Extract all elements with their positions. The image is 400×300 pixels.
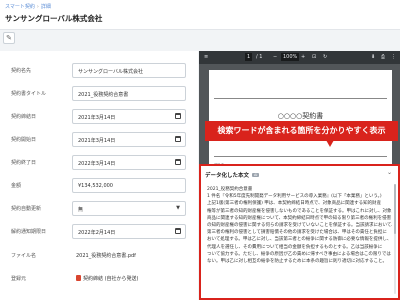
calendar-icon[interactable] [175, 136, 181, 142]
end-date-input[interactable]: 2022年3月14日 [72, 155, 186, 170]
contract-form: 契約名先 サンサングローバル株式会社 契約書タイトル 2021_役務契約合意書 … [0, 51, 198, 300]
chevron-down-icon[interactable]: ⌄ [387, 169, 392, 176]
calendar-icon[interactable] [175, 113, 181, 119]
form-row: 解約通知期限日 2022年2月14日 [0, 223, 198, 243]
document-title: ○○○○契約書 [277, 112, 324, 120]
panel-title: データ化した本文 AI [205, 173, 260, 179]
chevron-down-icon: ▼ [176, 205, 180, 211]
counterparty-input[interactable]: サンサングローバル株式会社 [72, 63, 186, 78]
field-label: 契約開始日 [11, 137, 37, 143]
field-label: 契約名先 [11, 68, 32, 74]
text-line: おいて処理する。甲は乙に対し、当該第三者との紛争に関する防御に必要な情報を提供し… [207, 237, 392, 243]
breadcrumb: スマート契約 › 詳細 [5, 4, 51, 10]
download-icon[interactable]: ⬇ [371, 54, 375, 60]
text-line: 1 件名『令和5年度先制開発データ利用サービスの導入業務』(以下「本業務」という… [207, 194, 382, 200]
zoom-in-icon[interactable]: + [301, 54, 305, 60]
fit-page-icon[interactable]: ⊡ [312, 54, 316, 60]
auto-renewal-select[interactable]: 無 ▼ [72, 201, 186, 216]
amount-input[interactable]: ¥134,532,000 [72, 178, 186, 193]
source-link[interactable]: 契約締結 (自社から発送) [76, 275, 139, 282]
calendar-icon[interactable] [175, 228, 181, 234]
calendar-icon[interactable] [175, 159, 181, 165]
form-row: 契約開始日 2021年3月14日 [0, 131, 198, 151]
page-total: / 1 [256, 54, 263, 60]
form-row: 契約書タイトル 2021_役務契約合意書 [0, 85, 198, 105]
field-label: 契約自動更新 [11, 206, 42, 212]
field-label: 金額 [11, 183, 22, 189]
form-row: ファイル名 2021_役務契約合意書.pdf [0, 247, 198, 267]
field-label: 契約終了日 [11, 160, 37, 166]
text-line: 権等が第三者の知的財産権を侵害しないものであることを保証する。甲はこれに対し、対… [207, 208, 392, 214]
field-label: 契約締結日 [11, 114, 37, 120]
form-row: 契約自動更新 無 ▼ [0, 200, 198, 220]
signing-date-input[interactable]: 2021年3月14日 [72, 109, 186, 124]
more-icon[interactable]: ⋮ [391, 54, 396, 60]
callout-banner: 検索ワードが含まれる箇所を分かりやすく表示 [205, 121, 398, 141]
text-line: 代理人を選任し、その費用について相当の金額を負担するものとする。乙は当該紛争に [207, 244, 383, 250]
breadcrumb-link[interactable]: スマート契約 [5, 4, 35, 10]
print-icon[interactable]: ⎙ [381, 54, 385, 60]
text-line: 上記1版(第三者の権利保護) 甲は、本契約締結日時点で、対象商品に関連する知的財… [207, 201, 382, 207]
header-bar: スマート契約 › 詳細 サンサングローバル株式会社 [0, 0, 400, 30]
file-name: 2021_役務契約合意書.pdf [76, 253, 136, 259]
zoom-level[interactable]: 100% [281, 53, 300, 61]
menu-icon[interactable]: ≡ [204, 54, 208, 60]
page-title: サンサングローバル株式会社 [5, 14, 103, 23]
form-row: 契約締結日 2021年3月14日 [0, 108, 198, 128]
field-label: ファイル名 [11, 253, 37, 259]
data-text-panel: データ化した本文 AI ⌄ 2021_役務契約合意書 1 件名『令和5年度先制開発… [199, 164, 400, 300]
cancel-deadline-input[interactable]: 2022年2月14日 [72, 224, 186, 239]
form-row: 契約終了日 2022年3月14日 [0, 154, 198, 174]
page: スマート契約 › 詳細 サンサングローバル株式会社 ✎ 契約名先 サンサングローバル… [0, 0, 400, 300]
document-rule [214, 156, 387, 157]
form-row: 金額 ¥134,532,000 [0, 177, 198, 197]
toolbar: ✎ [0, 30, 400, 48]
rotate-icon[interactable]: ↻ [323, 54, 327, 60]
text-line: 2021_役務契約合意書 [207, 187, 253, 192]
contract-title-input[interactable]: 2021_役務契約合意書 [72, 86, 186, 101]
scrollbar-thumb[interactable] [394, 184, 396, 234]
callout-pointer [326, 140, 334, 147]
paperclip-icon: ✎ [6, 34, 12, 42]
ai-badge: AI [252, 173, 260, 177]
extracted-text: 2021_役務契約合意書 1 件名『令和5年度先制開発データ利用サービスの導入業… [207, 186, 392, 265]
text-line: 商品に関連する知的財産権について、本契約締結日時点で甲の知る限り第三者の権利を侵… [207, 215, 392, 221]
attach-button[interactable]: ✎ [3, 32, 15, 44]
pdf-toolbar: ≡ 1 / 1 − 100% + ⊡ ↻ ⬇ ⎙ ⋮ [199, 51, 400, 64]
field-label: 契約書タイトル [11, 91, 47, 97]
document-rule [214, 98, 387, 99]
field-label: 登録元 [11, 276, 27, 282]
pdf-icon [76, 275, 81, 281]
text-line: ない。甲は乙に対し相互の紛争を防止するために本条の趣旨に則り適切に対応すること。 [207, 259, 387, 265]
form-row: 契約名先 サンサングローバル株式会社 [0, 62, 198, 82]
field-label: 解約通知期限日 [11, 229, 47, 235]
text-line: 第三者の権利の侵害として損害賠償その他の請求を受けた場合は、甲はその責任と負担に [207, 230, 387, 236]
zoom-out-icon[interactable]: − [273, 54, 277, 60]
start-date-input[interactable]: 2021年3月14日 [72, 132, 186, 147]
document-canvas[interactable]: ○○○○契約書 第1条 ●●●●●●●●●●●●●●●●●●●●●●●●●●●●… [199, 64, 400, 172]
text-line: の知的財産権の侵害に関する何らの請求を受けていないことを保証する。当該請求におい… [207, 223, 392, 229]
page-input[interactable]: 1 [245, 53, 253, 61]
form-row: 登録元 契約締結 (自社から発送) [0, 270, 198, 290]
text-line: ついて協力する。ただし、紛争の原因が乙の責めに帰すべき事由による場合はこの限りで… [207, 251, 391, 257]
scrollbar[interactable] [394, 184, 396, 294]
breadcrumb-current: 詳細 [40, 4, 51, 10]
